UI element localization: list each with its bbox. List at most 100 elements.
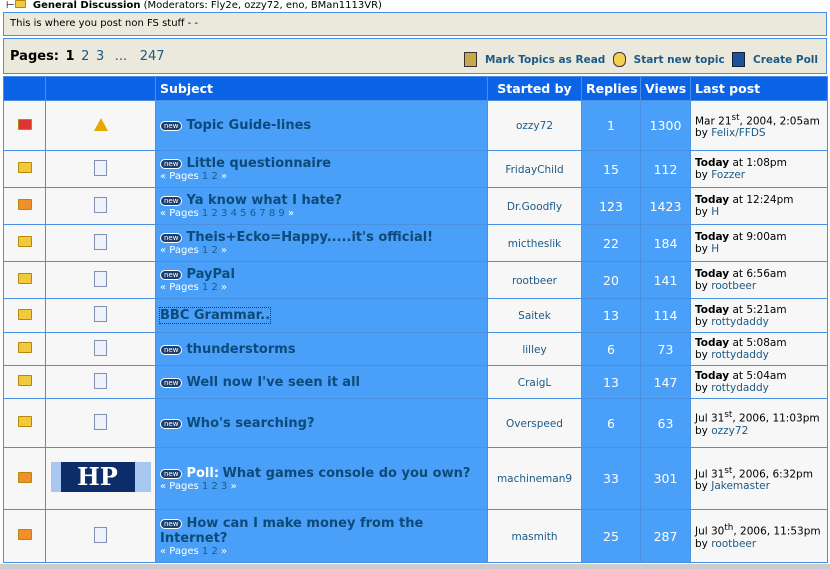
last-post-day: Today	[695, 268, 730, 280]
last-poster-link[interactable]: H	[711, 206, 719, 218]
topic-title-link[interactable]: BBC Grammar..	[158, 307, 272, 324]
col-views[interactable]: Views	[640, 76, 691, 101]
last-post-date: Mar 21	[695, 115, 732, 128]
topic-page-link[interactable]: 1	[202, 481, 208, 492]
col-replies[interactable]: Replies	[581, 76, 641, 101]
topic-table: Subject Started by Replies Views Last po…	[3, 76, 828, 563]
col-subject[interactable]: Subject	[155, 76, 488, 101]
last-poster-link[interactable]: H	[711, 243, 719, 255]
board-description: This is where you post non FS stuff - -	[3, 12, 827, 36]
topic-title-link[interactable]: Who's searching?	[186, 416, 314, 431]
last-poster-link[interactable]: Fozzer	[711, 169, 745, 181]
topic-page-link[interactable]: 1	[202, 208, 208, 219]
topic-page-link[interactable]: 2	[211, 282, 217, 293]
icon-cell	[45, 150, 156, 188]
topic-page-link[interactable]: 4	[231, 208, 237, 219]
topic-page-link[interactable]: 3	[221, 481, 227, 492]
topic-row: new Topic Guide-lines ozzy72 1 1300 Mar 21st,…	[3, 100, 828, 151]
last-poster-link[interactable]: rottydaddy	[711, 382, 769, 394]
last-post-rest: , 2006, 11:03pm	[732, 412, 820, 425]
mark-read-button[interactable]: Mark Topics as Read	[485, 54, 605, 66]
starter-link[interactable]: Dr.Goodfly	[507, 201, 562, 213]
topic-title-link[interactable]: Topic Guide-lines	[186, 118, 311, 133]
topic-page-link[interactable]: 2	[211, 171, 217, 182]
subject-cell: new Well now I've seen it all	[155, 365, 488, 399]
page-link[interactable]: 3	[96, 49, 104, 64]
last-poster-link[interactable]: rottydaddy	[711, 349, 769, 361]
topic-page-link[interactable]: 9	[278, 208, 284, 219]
topic-row: new Who's searching? Overspeed 6 63 Jul 31st,…	[3, 398, 828, 448]
topic-page-link[interactable]: 6	[250, 208, 256, 219]
last-post-date: Jul 30	[695, 525, 725, 538]
starter-link[interactable]: masmith	[511, 531, 557, 543]
topic-page-link[interactable]: 2	[211, 245, 217, 256]
board-name[interactable]: General Discussion	[33, 0, 141, 11]
starter-link[interactable]: FridayChild	[505, 164, 563, 176]
icon-cell	[45, 509, 156, 563]
status-cell	[3, 224, 46, 262]
by-label: by	[695, 206, 708, 218]
last-poster-link[interactable]: ozzy72	[711, 425, 748, 437]
warning-icon	[93, 117, 108, 131]
topic-folder-icon	[17, 273, 32, 284]
starter-link[interactable]: machineman9	[497, 473, 572, 485]
topic-title-link[interactable]: PayPal	[186, 267, 234, 282]
topic-title-link[interactable]: Theis+Ecko=Happy.....it's official!	[186, 230, 433, 245]
icon-cell	[45, 224, 156, 262]
new-topic-button[interactable]: Start new topic	[634, 54, 725, 66]
starter-link[interactable]: ozzy72	[516, 120, 553, 132]
topic-title-link[interactable]: Well now I've seen it all	[186, 375, 360, 390]
starter-cell: masmith	[487, 509, 582, 563]
topic-page-link[interactable]: 1	[202, 546, 208, 557]
last-post-time: at 6:56am	[732, 268, 787, 280]
create-poll-button[interactable]: Create Poll	[753, 54, 818, 66]
topic-title-link[interactable]: Ya know what I hate?	[186, 193, 342, 208]
topic-pages: « Pages 1 2 »	[160, 245, 228, 256]
icon-cell	[45, 261, 156, 299]
topic-folder-icon	[17, 162, 32, 173]
topic-page-link[interactable]: 8	[269, 208, 275, 219]
page-link-last[interactable]: 247	[140, 49, 165, 64]
topic-title-link[interactable]: thunderstorms	[186, 342, 295, 357]
views-cell: 147	[640, 365, 691, 399]
by-label: by	[695, 315, 708, 328]
document-icon	[94, 413, 107, 430]
starter-link[interactable]: Overspeed	[506, 418, 563, 430]
topic-page-link[interactable]: 2	[211, 208, 217, 219]
starter-link[interactable]: Saitek	[518, 310, 551, 322]
starter-link[interactable]: rootbeer	[512, 275, 557, 287]
topic-title-link[interactable]: What games console do you own?	[223, 466, 471, 481]
new-badge: new	[160, 344, 183, 355]
topic-page-link[interactable]: 1	[202, 171, 208, 182]
last-poster-link[interactable]: rootbeer	[711, 538, 756, 550]
last-poster-link[interactable]: rootbeer	[711, 280, 756, 292]
topic-page-link[interactable]: 2	[211, 481, 217, 492]
topic-page-link[interactable]: 3	[221, 208, 227, 219]
by-label: by	[695, 243, 708, 255]
col-last-post[interactable]: Last post	[690, 76, 828, 101]
topic-title-link[interactable]: How can I make money from the Internet?	[160, 516, 423, 546]
topic-page-link[interactable]: 7	[259, 208, 265, 219]
document-icon	[94, 372, 107, 389]
topic-pages: « Pages 1 2 3 4 5 6 7 8 9 »	[160, 208, 295, 219]
starter-link[interactable]: mictheslik	[508, 238, 562, 250]
icon-cell	[45, 187, 156, 225]
col-started-by[interactable]: Started by	[487, 76, 582, 101]
starter-link[interactable]: lilley	[522, 344, 546, 356]
starter-cell: machineman9	[487, 447, 582, 510]
last-post-date: Jul 31	[695, 468, 725, 481]
last-poster-link[interactable]: Jakemaster	[711, 480, 770, 492]
topic-page-link[interactable]: 1	[202, 245, 208, 256]
status-cell	[3, 187, 46, 225]
starter-link[interactable]: CraigL	[518, 377, 552, 389]
topic-title-link[interactable]: Little questionnaire	[186, 156, 331, 171]
status-cell	[3, 298, 46, 333]
replies-cell: 15	[581, 150, 641, 188]
topic-page-link[interactable]: 2	[211, 546, 217, 557]
topic-page-link[interactable]: 1	[202, 282, 208, 293]
by-label: by	[695, 382, 708, 394]
page-link[interactable]: 2	[81, 49, 89, 64]
topic-page-link[interactable]: 5	[240, 208, 246, 219]
last-poster-link[interactable]: rottydaddy	[711, 316, 769, 328]
last-poster-link[interactable]: Felix/FFDS	[711, 127, 765, 139]
